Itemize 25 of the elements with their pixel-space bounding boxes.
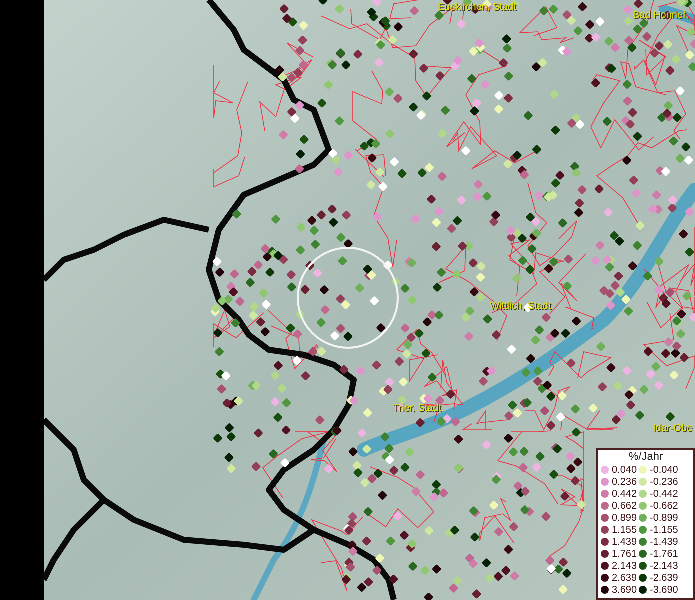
map-drawing[interactable] xyxy=(44,0,695,600)
legend-value: -0.662 xyxy=(650,500,678,512)
legend-value: 1.761 xyxy=(612,548,638,560)
legend-value: -0.442 xyxy=(650,488,678,500)
legend-value: -1.155 xyxy=(650,524,678,536)
legend-value: -2.143 xyxy=(650,560,678,572)
legend-title: %/Jahr xyxy=(628,451,664,464)
legend-value: 1.155 xyxy=(612,524,638,536)
legend-value: -0.040 xyxy=(650,464,678,476)
legend-value: 0.040 xyxy=(612,464,638,476)
legend-value: 0.662 xyxy=(612,500,638,512)
legend-value: -0.236 xyxy=(650,476,678,488)
legend-value: -1.761 xyxy=(650,548,678,560)
legend-value: 2.143 xyxy=(612,560,638,572)
legend-value: 2.639 xyxy=(612,572,638,584)
legend-value: 0.236 xyxy=(612,476,638,488)
legend-value: 0.442 xyxy=(612,488,638,500)
legend-value: -1.439 xyxy=(650,536,678,548)
legend-value: 1.439 xyxy=(612,536,638,548)
legend-value: -3.690 xyxy=(650,584,678,596)
place-label: Idar-Obe xyxy=(653,423,692,435)
legend-value: -0.899 xyxy=(650,512,678,524)
legend-value: 0.899 xyxy=(612,512,638,524)
legend-value: 3.690 xyxy=(612,584,638,596)
legend-value: -2.639 xyxy=(650,572,678,584)
